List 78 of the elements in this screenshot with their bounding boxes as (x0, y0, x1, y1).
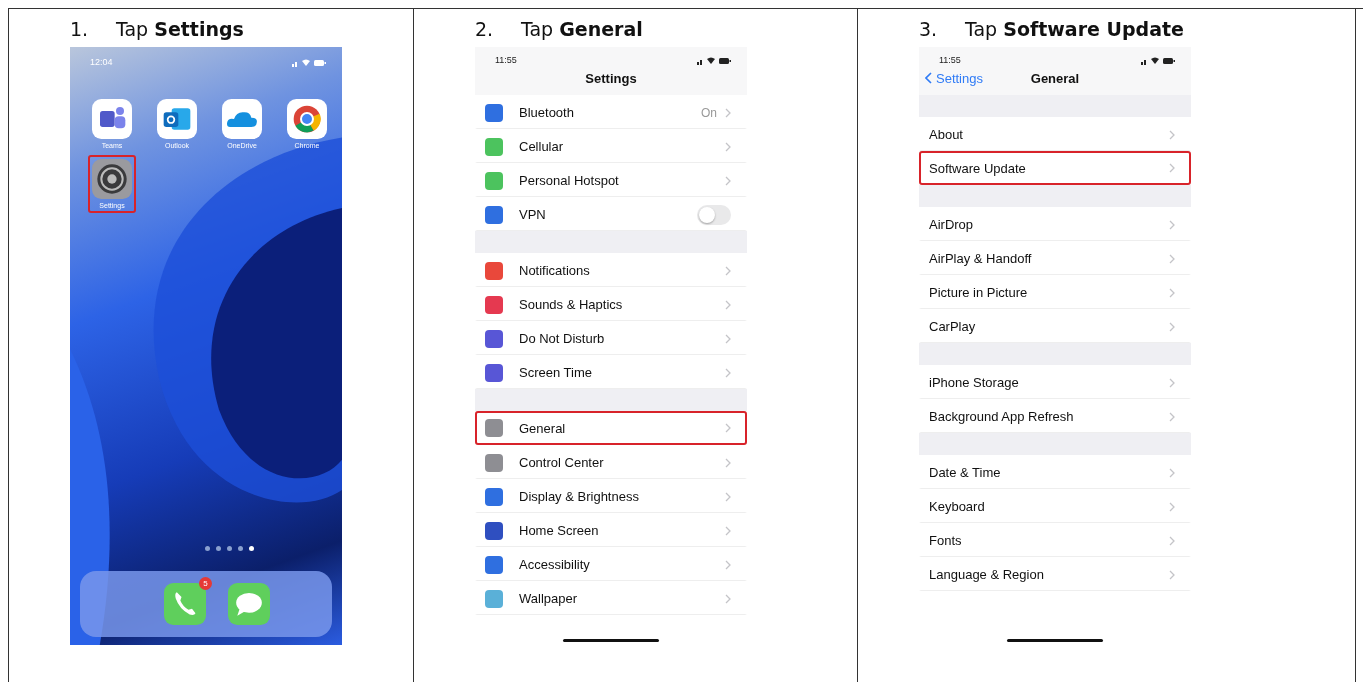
phone-icon[interactable] (164, 583, 206, 625)
step-instruction: Tap Settings (116, 18, 244, 40)
settings-row[interactable]: iPhone Storage (919, 365, 1191, 399)
chevron-icon (725, 423, 731, 433)
envelope-icon (157, 99, 197, 139)
chevron-icon (725, 593, 731, 604)
ring-logo-icon (287, 99, 327, 139)
step-number: 2. (475, 18, 495, 40)
settings-row[interactable]: Notifications (475, 253, 747, 287)
speech-bubble-icon[interactable] (228, 583, 270, 625)
toggle-switch[interactable] (697, 204, 731, 225)
chevron-icon (1169, 501, 1175, 512)
page-dot[interactable] (204, 546, 210, 551)
step-instruction: Tap Software Update (965, 18, 1184, 40)
step-number: 3. (919, 18, 939, 40)
status-icons (292, 57, 326, 67)
screen-title: Settings (585, 70, 637, 86)
chevron-icon (725, 525, 731, 536)
chevron-icon (1169, 569, 1175, 580)
row-value: On (701, 105, 717, 120)
chevron-icon (1169, 411, 1175, 422)
settings-row[interactable]: AirPlay & Handoff (919, 241, 1191, 275)
chevron-icon (1169, 287, 1175, 298)
chevron-icon (725, 299, 731, 310)
settings-row[interactable]: Language & Region (919, 557, 1191, 591)
screen-title: General (1030, 70, 1080, 86)
chevron-icon (1169, 535, 1175, 546)
settings-row[interactable]: Accessibility (475, 547, 747, 581)
settings-row[interactable]: Fonts (919, 523, 1191, 557)
chevron-icon (725, 559, 731, 570)
chevron-icon (725, 367, 731, 378)
chevron-icon (725, 457, 731, 468)
step-number: 1. (70, 18, 90, 40)
status-time: 11:55 (939, 55, 961, 65)
page-dot[interactable] (248, 546, 254, 551)
settings-row[interactable]: Control Center (475, 445, 747, 479)
notification-badge: 5 (199, 577, 212, 590)
chevron-icon (1169, 129, 1175, 140)
cloud-icon (222, 99, 262, 139)
page-dot[interactable] (215, 546, 221, 551)
settings-row[interactable]: Bluetooth On (475, 95, 747, 129)
chevron-icon (725, 107, 731, 118)
settings-row[interactable]: Home Screen (475, 513, 747, 547)
back-link[interactable]: Settings (925, 70, 983, 86)
chevron-icon (725, 491, 731, 502)
status-time: 12:04 (90, 57, 113, 67)
step-instruction: Tap General (521, 18, 643, 40)
people-icon (92, 99, 132, 139)
chevron-icon (725, 265, 731, 276)
settings-row[interactable]: Cellular (475, 129, 747, 163)
chevron-icon (1169, 219, 1175, 230)
settings-row[interactable]: Wallpaper (475, 581, 747, 615)
status-time: 11:55 (495, 55, 517, 65)
page-dot[interactable] (237, 546, 243, 551)
settings-row[interactable]: About (919, 117, 1191, 151)
settings-row[interactable]: Picture in Picture (919, 275, 1191, 309)
chevron-icon (1169, 467, 1175, 478)
settings-row[interactable]: General (475, 411, 747, 445)
settings-row[interactable]: Keyboard (919, 489, 1191, 523)
settings-row[interactable]: Do Not Disturb (475, 321, 747, 355)
settings-row[interactable]: Personal Hotspot (475, 163, 747, 197)
chevron-icon (725, 175, 731, 186)
chevron-icon (725, 141, 731, 152)
status-icons (697, 55, 731, 65)
chevron-icon (1169, 377, 1175, 388)
page-dot[interactable] (226, 546, 232, 551)
chevron-icon (1169, 253, 1175, 264)
settings-row[interactable]: Sounds & Haptics (475, 287, 747, 321)
settings-row[interactable]: Date & Time (919, 455, 1191, 489)
chevron-icon (1169, 321, 1175, 332)
settings-row[interactable]: AirDrop (919, 207, 1191, 241)
chevron-icon (725, 333, 731, 344)
settings-row[interactable]: Display & Brightness (475, 479, 747, 513)
settings-row[interactable]: Software Update (919, 151, 1191, 185)
back-chevron-icon (925, 72, 932, 84)
chevron-icon (1169, 163, 1175, 173)
status-icons (1141, 55, 1175, 65)
gear-icon (92, 159, 132, 199)
